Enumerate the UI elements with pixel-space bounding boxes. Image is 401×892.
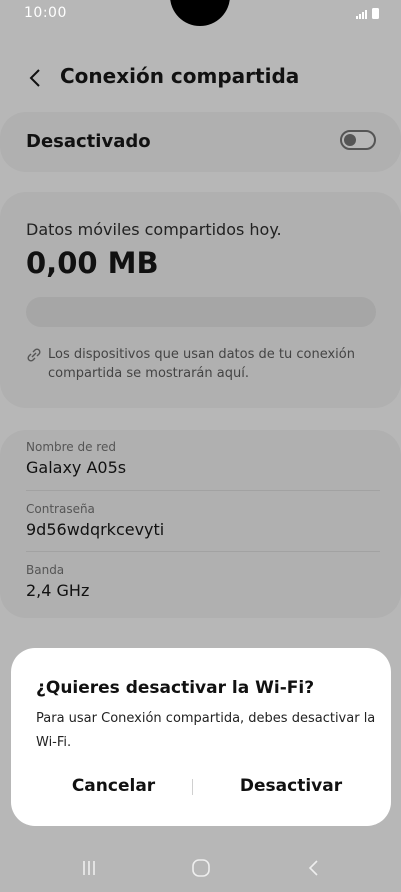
connected-devices-info: Los dispositivos que usan datos de tu co…	[48, 347, 355, 381]
cancel-button[interactable]: Cancelar	[51, 773, 176, 799]
data-usage-label: Datos móviles compartidos hoy.	[26, 220, 282, 239]
phone-screen: 10:00 Conexión compartida Desactivado Da…	[0, 0, 401, 892]
disable-button[interactable]: Desactivar	[216, 773, 366, 799]
dialog-message: Para usar Conexión compartida, debes des…	[36, 711, 376, 750]
recent-apps-icon[interactable]	[75, 856, 103, 880]
button-separator	[192, 779, 193, 795]
network-name-value: Galaxy A05s	[26, 458, 127, 477]
app-header: Conexión compartida	[0, 56, 401, 100]
battery-icon	[372, 8, 379, 19]
data-usage-progress-bar	[26, 297, 376, 327]
status-icons	[356, 8, 379, 19]
band-value: 2,4 GHz	[26, 581, 90, 600]
status-time: 10:00	[24, 5, 67, 21]
back-arrow-icon[interactable]	[24, 66, 48, 90]
navigation-bar	[0, 842, 401, 892]
data-usage-value: 0,00 MB	[26, 246, 159, 280]
home-icon[interactable]	[187, 856, 215, 880]
page-title: Conexión compartida	[60, 64, 300, 88]
switch-knob	[344, 134, 356, 146]
status-bar: 10:00	[0, 0, 401, 28]
band-field[interactable]: Banda 2,4 GHz	[26, 563, 380, 600]
dialog-title: ¿Quieres desactivar la Wi-Fi?	[36, 678, 315, 698]
password-value: 9d56wdqrkcevyti	[26, 520, 165, 539]
divider	[26, 490, 380, 491]
band-label: Banda	[26, 563, 65, 577]
network-name-field[interactable]: Nombre de red Galaxy A05s	[26, 440, 380, 477]
hotspot-toggle-row[interactable]: Desactivado	[0, 112, 401, 172]
link-icon	[27, 348, 41, 362]
password-label: Contraseña	[26, 502, 95, 516]
password-field[interactable]: Contraseña 9d56wdqrkcevyti	[26, 502, 380, 539]
back-nav-icon[interactable]	[300, 856, 328, 880]
data-usage-card: Datos móviles compartidos hoy. 0,00 MB L…	[0, 192, 401, 408]
camera-notch	[170, 0, 230, 26]
hotspot-switch[interactable]	[340, 130, 376, 150]
network-name-label: Nombre de red	[26, 440, 116, 454]
toggle-label: Desactivado	[26, 131, 151, 152]
signal-icon	[356, 9, 368, 19]
disable-wifi-dialog: ¿Quieres desactivar la Wi-Fi? Para usar …	[11, 648, 391, 826]
divider	[26, 551, 380, 552]
network-settings-card: Nombre de red Galaxy A05s Contraseña 9d5…	[0, 430, 401, 618]
